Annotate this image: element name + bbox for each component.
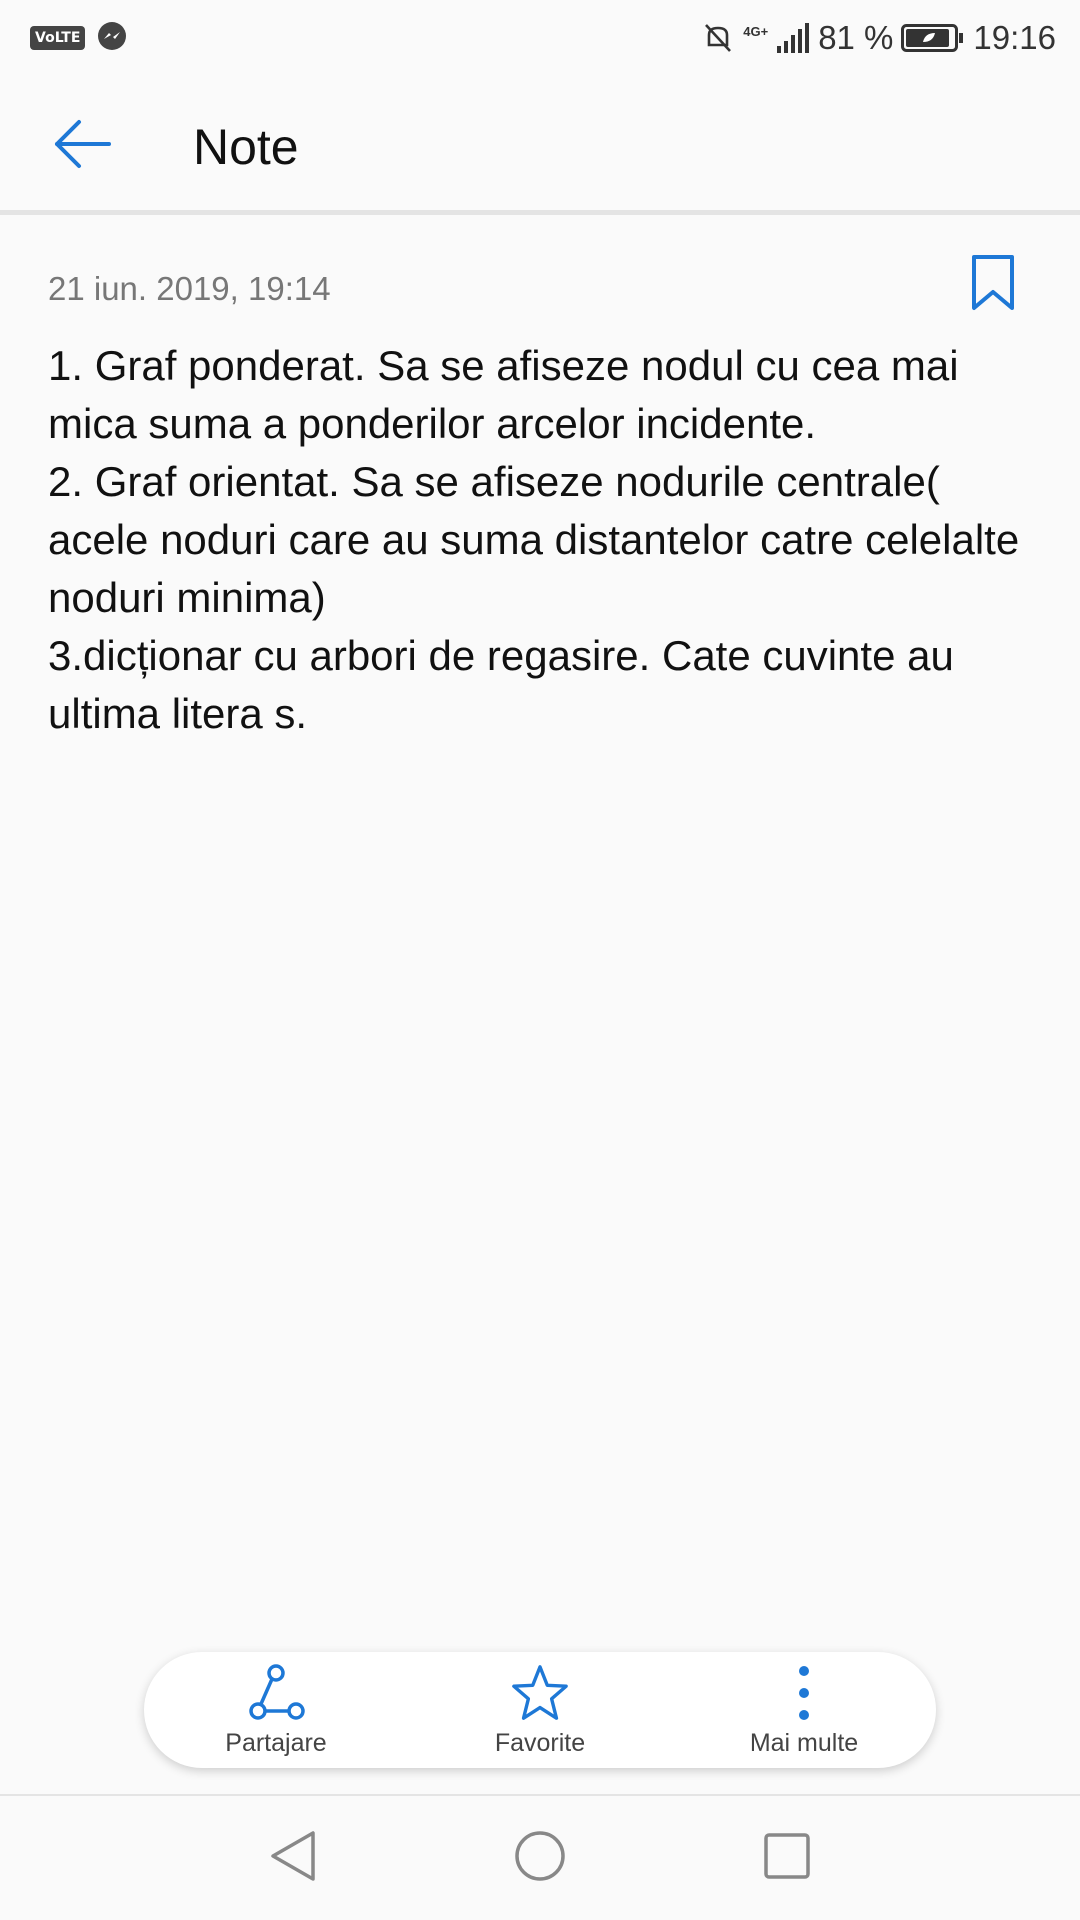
app-bar: Note [0, 76, 1080, 210]
battery-percent: 81 % [818, 19, 894, 56]
status-left: VoLTE [30, 21, 127, 56]
nav-back-button[interactable] [253, 1818, 333, 1898]
more-button[interactable]: Mai multe [704, 1652, 904, 1768]
messenger-icon [97, 21, 127, 56]
arrow-left-icon [53, 119, 111, 174]
share-icon [246, 1663, 306, 1723]
back-triangle-icon [269, 1829, 317, 1888]
nav-recents-button[interactable] [747, 1818, 827, 1898]
star-icon [510, 1663, 570, 1723]
mute-icon [701, 21, 735, 55]
signal-icon [776, 22, 810, 54]
status-bar: VoLTE 4G+ 81 % 19:16 [0, 0, 1080, 76]
note-action-bar: Partajare Favorite Mai multe [144, 1652, 936, 1768]
favorite-label: Favorite [494, 1728, 586, 1757]
recents-square-icon [762, 1831, 812, 1886]
more-label: Mai multe [749, 1728, 859, 1757]
note-body[interactable]: 1. Graf ponderat. Sa se afiseze nodul cu… [48, 337, 1038, 743]
note-date: 21 iun. 2019, 19:14 [48, 270, 331, 307]
system-nav-bar [0, 1796, 1080, 1920]
more-vertical-icon [774, 1663, 834, 1723]
header-divider [0, 210, 1080, 215]
network-label: 4G+ [743, 23, 769, 39]
bookmark-icon [970, 255, 1016, 316]
favorite-button[interactable]: Favorite [440, 1652, 640, 1768]
page-title: Note [193, 119, 299, 175]
volte-icon: VoLTE [30, 26, 86, 50]
bookmark-button[interactable] [970, 254, 1020, 314]
share-label: Partajare [225, 1728, 327, 1757]
battery-icon [901, 24, 965, 52]
share-button[interactable]: Partajare [176, 1652, 376, 1768]
status-right: 4G+ 81 % 19:16 [701, 19, 1056, 57]
home-circle-icon [513, 1829, 567, 1888]
clock: 19:16 [973, 19, 1056, 56]
back-button[interactable] [50, 114, 114, 178]
nav-home-button[interactable] [500, 1818, 580, 1898]
